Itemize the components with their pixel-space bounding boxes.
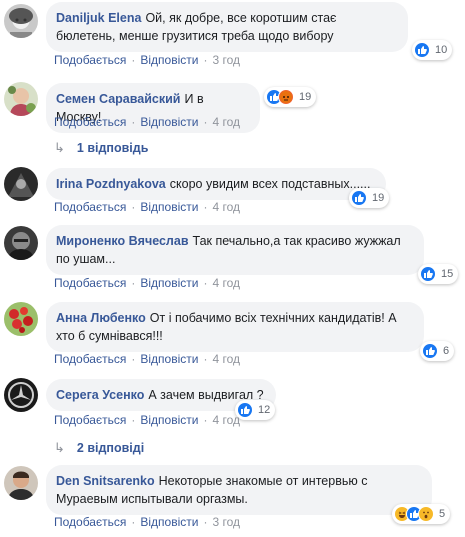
comment-time[interactable]: 3 год (212, 53, 240, 67)
like-icon (422, 343, 438, 359)
like-icon (414, 42, 430, 58)
like-button[interactable]: Подобається (54, 115, 126, 129)
like-button[interactable]: Подобається (54, 515, 126, 529)
like-button[interactable]: Подобається (54, 276, 126, 290)
reactions-count[interactable]: 12 (235, 400, 276, 420)
avatar[interactable] (4, 4, 38, 38)
comment-author[interactable]: Анна Любенко (56, 311, 146, 325)
comment-actions: Подобається · Відповісти · 4 год (54, 352, 240, 366)
angry-icon (278, 89, 294, 105)
reply-button[interactable]: Відповісти (140, 115, 198, 129)
reactions-count[interactable]: 5 (392, 504, 451, 524)
comment-author[interactable]: Серега Усенко (56, 388, 144, 402)
reply-button[interactable]: Відповісти (140, 413, 198, 427)
wow-icon (418, 506, 434, 522)
avatar[interactable] (4, 466, 38, 500)
reply-button[interactable]: Відповісти (140, 53, 198, 67)
comment-actions: Подобається · Відповісти · 4 год (54, 115, 240, 129)
avatar[interactable] (4, 226, 38, 260)
like-icon (351, 190, 367, 206)
like-button[interactable]: Подобається (54, 53, 126, 67)
avatar[interactable] (4, 82, 38, 116)
comment-bubble: Daniljuk Elena Ой, як добре, все коротшим… (46, 2, 408, 52)
comment-bubble: Анна Любенко От і побачимо всіх технічних… (46, 302, 424, 352)
reactions-count[interactable]: 19 (264, 87, 317, 107)
view-replies-link[interactable]: ↳ 1 відповідь (54, 140, 148, 156)
reply-button[interactable]: Відповісти (140, 200, 198, 214)
comment-bubble: Мироненко Вячеслав Так печально,а так кра… (46, 225, 424, 275)
comment-bubble: Irina Pozdnyakova скоро увидим всех подст… (46, 168, 386, 200)
comment-author[interactable]: Irina Pozdnyakova (56, 177, 166, 191)
reactions-count[interactable]: 10 (412, 40, 453, 60)
like-button[interactable]: Подобається (54, 352, 126, 366)
comment-author[interactable]: Семен Саравайский (56, 92, 181, 106)
comment-actions: Подобається · Відповісти · 4 год (54, 413, 240, 427)
avatar[interactable] (4, 302, 38, 336)
comment-actions: Подобається · Відповісти · 4 год (54, 276, 240, 290)
comment-time[interactable]: 4 год (212, 352, 240, 366)
comment-actions: Подобається · Відповісти · 4 год (54, 200, 240, 214)
view-replies-link[interactable]: ↳ 2 відповіді (54, 440, 144, 456)
like-button[interactable]: Подобається (54, 200, 126, 214)
like-icon (420, 266, 436, 282)
comment-actions: Подобається · Відповісти · 3 год (54, 53, 240, 67)
reactions-count[interactable]: 15 (418, 264, 459, 284)
avatar[interactable] (4, 167, 38, 201)
reply-button[interactable]: Відповісти (140, 352, 198, 366)
reply-button[interactable]: Відповісти (140, 515, 198, 529)
comment-time[interactable]: 3 год (212, 515, 240, 529)
like-button[interactable]: Подобається (54, 413, 126, 427)
comment-time[interactable]: 4 год (212, 200, 240, 214)
reply-button[interactable]: Відповісти (140, 276, 198, 290)
comment-actions: Подобається · Відповісти · 3 год (54, 515, 240, 529)
comment-time[interactable]: 4 год (212, 276, 240, 290)
comment-author[interactable]: Daniljuk Elena (56, 11, 141, 25)
comment-author[interactable]: Мироненко Вячеслав (56, 234, 189, 248)
reply-arrow-icon: ↳ (54, 440, 65, 455)
comment-bubble: Den Snitsarenko Некоторые знакомые от инт… (46, 465, 432, 515)
comment-text: скоро увидим всех подставных...... (169, 177, 371, 191)
comment-time[interactable]: 4 год (212, 413, 240, 427)
reply-arrow-icon: ↳ (54, 140, 65, 155)
avatar[interactable] (4, 378, 38, 412)
reactions-count[interactable]: 19 (349, 188, 390, 208)
comment-author[interactable]: Den Snitsarenko (56, 474, 155, 488)
comment-time[interactable]: 4 год (212, 115, 240, 129)
reactions-count[interactable]: 6 (420, 341, 455, 361)
